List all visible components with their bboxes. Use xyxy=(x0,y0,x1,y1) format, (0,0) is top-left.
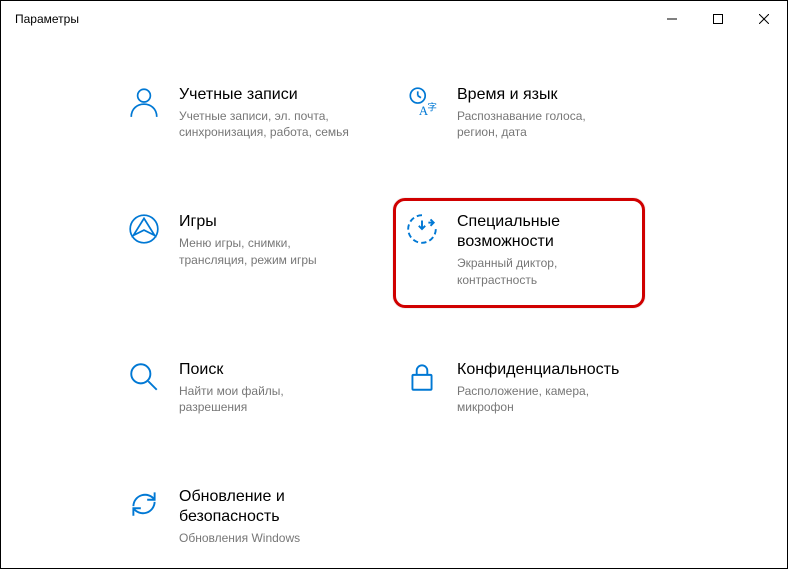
window-title: Параметры xyxy=(15,12,79,26)
minimize-button[interactable] xyxy=(649,1,695,37)
tile-desc: Меню игры, снимки, трансляция, режим игр… xyxy=(179,235,349,267)
close-icon xyxy=(759,14,769,24)
maximize-button[interactable] xyxy=(695,1,741,37)
tile-title: Обновление и безопасность xyxy=(179,487,383,527)
tile-desc: Расположение, камера, микрофон xyxy=(457,383,627,415)
update-icon xyxy=(127,487,161,521)
time-language-icon: A 字 xyxy=(405,85,439,119)
tile-ease-of-access[interactable]: Специальные возможности Экранный диктор,… xyxy=(399,204,667,295)
tile-time-language[interactable]: A 字 Время и язык Распознавание голоса, р… xyxy=(399,77,667,148)
tile-title: Специальные возможности xyxy=(457,212,661,252)
tile-gaming[interactable]: Игры Меню игры, снимки, трансляция, режи… xyxy=(121,204,389,295)
gaming-icon xyxy=(127,212,161,246)
ease-of-access-icon xyxy=(405,212,439,246)
tile-desc: Экранный диктор, контрастность xyxy=(457,255,627,287)
tile-title: Поиск xyxy=(179,360,349,380)
svg-text:字: 字 xyxy=(427,102,437,114)
tile-desc: Распознавание голоса, регион, дата xyxy=(457,108,627,140)
window-controls xyxy=(649,1,787,37)
accounts-icon xyxy=(127,85,161,119)
tile-update-security[interactable]: Обновление и безопасность Обновления Win… xyxy=(121,479,389,554)
tile-desc: Найти мои файлы, разрешения xyxy=(179,383,349,415)
titlebar: Параметры xyxy=(1,1,787,37)
minimize-icon xyxy=(667,14,677,24)
tile-desc: Учетные записи, эл. почта, синхронизация… xyxy=(179,108,349,140)
tile-desc: Обновления Windows xyxy=(179,530,349,546)
maximize-icon xyxy=(713,14,723,24)
tile-title: Время и язык xyxy=(457,85,627,105)
tile-title: Игры xyxy=(179,212,349,232)
search-icon xyxy=(127,360,161,394)
settings-grid: Учетные записи Учетные записи, эл. почта… xyxy=(1,37,787,554)
close-button[interactable] xyxy=(741,1,787,37)
privacy-icon xyxy=(405,360,439,394)
tile-title: Конфиденциальность xyxy=(457,360,627,380)
tile-accounts[interactable]: Учетные записи Учетные записи, эл. почта… xyxy=(121,77,389,148)
tile-title: Учетные записи xyxy=(179,85,349,105)
tile-search[interactable]: Поиск Найти мои файлы, разрешения xyxy=(121,352,389,423)
tile-privacy[interactable]: Конфиденциальность Расположение, камера,… xyxy=(399,352,667,423)
